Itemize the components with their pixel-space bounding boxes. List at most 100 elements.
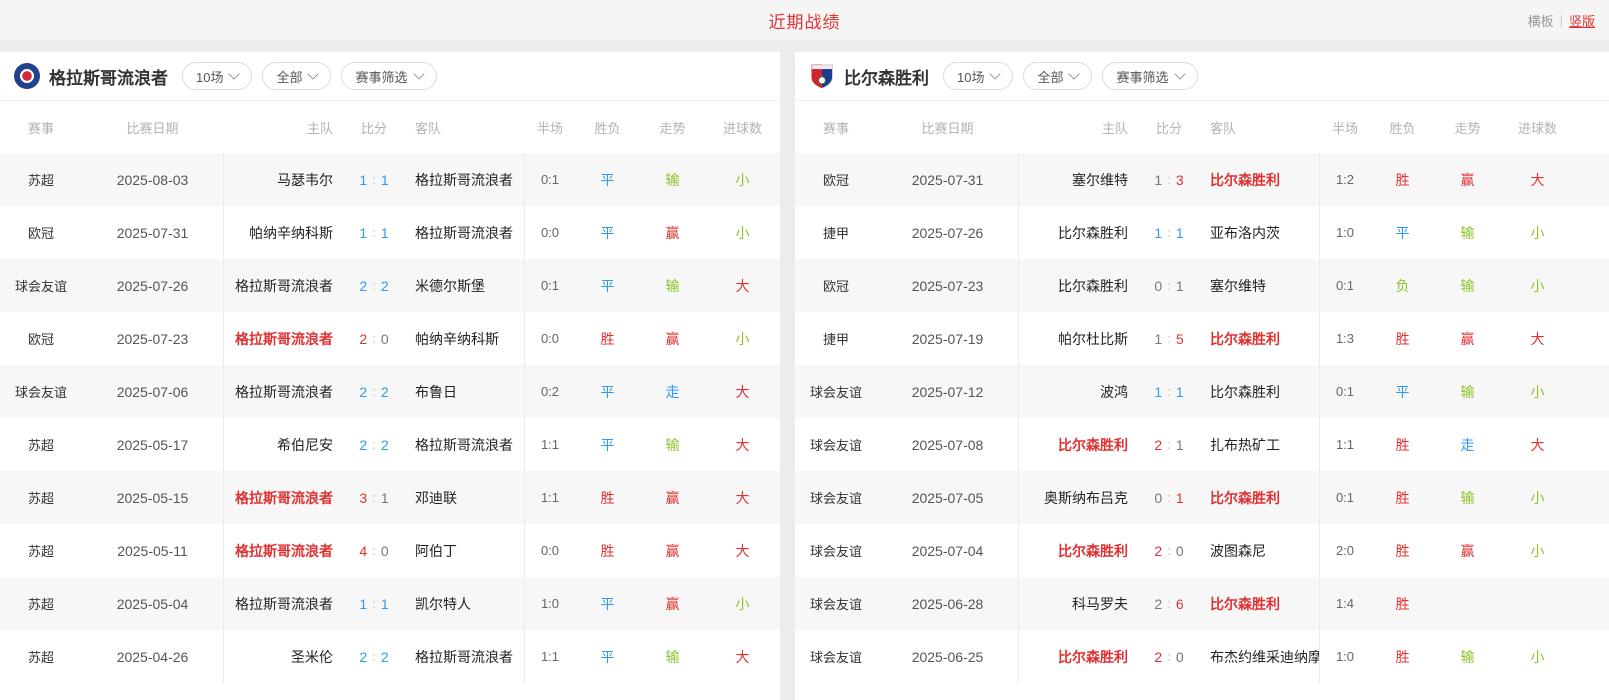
date-cell: 2025-07-05	[877, 471, 1018, 524]
col-match-group: 主队 比分 客队	[223, 101, 525, 153]
match-row[interactable]: 欧冠 2025-07-31 塞尔维特 1:3 比尔森胜利 1:2 胜 赢 大	[795, 153, 1609, 206]
scope-dropdown[interactable]: 全部	[1023, 62, 1092, 90]
result-cell: 胜	[575, 524, 640, 577]
col-away: 客队	[405, 118, 525, 137]
col-score: 比分	[1138, 118, 1200, 137]
competition-cell: 欧冠	[0, 206, 82, 259]
score: 2:0	[1138, 543, 1200, 559]
col-away: 客队	[1200, 118, 1320, 137]
score: 1:3	[1138, 172, 1200, 188]
match-row[interactable]: 苏超 2025-05-11 格拉斯哥流浪者 4:0 阿伯丁 0:0 胜 赢 大	[0, 524, 780, 577]
match-row[interactable]: 球会友谊 2025-07-05 奥斯纳布吕克 0:1 比尔森胜利 0:1 胜 输…	[795, 471, 1609, 524]
col-trend: 走势	[640, 101, 705, 153]
chevron-down-icon	[1174, 68, 1185, 79]
match-row[interactable]: 欧冠 2025-07-23 比尔森胜利 0:1 塞尔维特 0:1 负 输 小	[795, 259, 1609, 312]
horizontal-layout-link[interactable]: 横板	[1528, 11, 1554, 30]
match-row[interactable]: 球会友谊 2025-07-06 格拉斯哥流浪者 2:2 布鲁日 0:2 平 走 …	[0, 365, 780, 418]
match-cell: 波鸿 1:1 比尔森胜利	[1018, 365, 1320, 418]
halftime-cell: 1:0	[525, 577, 575, 630]
match-row[interactable]: 欧冠 2025-07-31 帕纳辛纳科斯 1:1 格拉斯哥流浪者 0:0 平 赢…	[0, 206, 780, 259]
match-row[interactable]: 欧冠 2025-07-23 格拉斯哥流浪者 2:0 帕纳辛纳科斯 0:0 胜 赢…	[0, 312, 780, 365]
away-team: 比尔森胜利	[1200, 594, 1319, 614]
match-count-dropdown[interactable]: 10场	[182, 62, 252, 90]
match-count-dropdown[interactable]: 10场	[943, 62, 1013, 90]
result-cell: 平	[575, 418, 640, 471]
result-cell: 胜	[1370, 524, 1435, 577]
trend-cell: 输	[1435, 630, 1500, 683]
home-team: 格拉斯哥流浪者	[224, 276, 343, 296]
halftime-cell: 0:1	[525, 259, 575, 312]
match-row[interactable]: 苏超 2025-05-15 格拉斯哥流浪者 3:1 邓迪联 1:1 胜 赢 大	[0, 471, 780, 524]
halftime-cell: 1:2	[1320, 153, 1370, 206]
halftime-cell: 0:2	[525, 365, 575, 418]
trend-cell: 走	[640, 365, 705, 418]
home-team: 格拉斯哥流浪者	[224, 329, 343, 349]
chevron-down-icon	[1069, 68, 1080, 79]
halftime-cell: 0:0	[525, 206, 575, 259]
match-cell: 格拉斯哥流浪者 3:1 邓迪联	[223, 471, 525, 524]
match-row[interactable]: 球会友谊 2025-06-25 比尔森胜利 2:0 布杰约维采迪纳摩 1:0 胜…	[795, 630, 1609, 683]
away-team: 布杰约维采迪纳摩	[1200, 647, 1319, 667]
goals-cell: 大	[1500, 312, 1575, 365]
col-result: 胜负	[575, 101, 640, 153]
competition-filter-dropdown[interactable]: 赛事筛选	[341, 62, 436, 90]
vertical-layout-link[interactable]: 竖版	[1569, 11, 1595, 30]
goals-cell: 大	[705, 471, 780, 524]
goals-cell: 小	[1500, 630, 1575, 683]
halftime-cell: 1:1	[525, 471, 575, 524]
match-count-value: 10场	[957, 67, 984, 86]
goals-cell: 小	[705, 206, 780, 259]
result-cell: 胜	[575, 471, 640, 524]
scope-dropdown[interactable]: 全部	[262, 62, 331, 90]
halftime-cell: 1:1	[1320, 418, 1370, 471]
result-cell: 平	[575, 577, 640, 630]
result-cell: 平	[575, 365, 640, 418]
scope-value: 全部	[276, 67, 302, 86]
score: 2:0	[1138, 649, 1200, 665]
trend-cell: 赢	[1435, 153, 1500, 206]
match-row[interactable]: 苏超 2025-08-03 马瑟韦尔 1:1 格拉斯哥流浪者 0:1 平 输 小	[0, 153, 780, 206]
match-count-value: 10场	[196, 67, 223, 86]
table-header: 赛事 比赛日期 主队 比分 客队 半场 胜负 走势 进球数	[795, 101, 1609, 153]
date-cell: 2025-07-31	[82, 206, 223, 259]
team-panel-plzen: 比尔森胜利 10场 全部 赛事筛选 赛事 比赛日期 主队 比分 客队 半场 胜负…	[795, 52, 1609, 700]
competition-filter-value: 赛事筛选	[1116, 67, 1168, 86]
competition-cell: 苏超	[0, 153, 82, 206]
result-cell: 平	[575, 630, 640, 683]
match-row[interactable]: 捷甲 2025-07-26 比尔森胜利 1:1 亚布洛内茨 1:0 平 输 小	[795, 206, 1609, 259]
competition-cell: 苏超	[0, 418, 82, 471]
match-row[interactable]: 球会友谊 2025-07-26 格拉斯哥流浪者 2:2 米德尔斯堡 0:1 平 …	[0, 259, 780, 312]
result-cell: 胜	[1370, 153, 1435, 206]
match-row[interactable]: 球会友谊 2025-07-08 比尔森胜利 2:1 扎布热矿工 1:1 胜 走 …	[795, 418, 1609, 471]
match-row[interactable]: 苏超 2025-04-26 圣米伦 2:2 格拉斯哥流浪者 1:1 平 输 大	[0, 630, 780, 683]
match-row[interactable]: 苏超 2025-05-04 格拉斯哥流浪者 1:1 凯尔特人 1:0 平 赢 小	[0, 577, 780, 630]
away-team: 比尔森胜利	[1200, 382, 1319, 402]
away-team: 邓迪联	[405, 488, 524, 508]
match-cell: 塞尔维特 1:3 比尔森胜利	[1018, 153, 1320, 206]
competition-cell: 苏超	[0, 471, 82, 524]
trend-cell: 赢	[640, 312, 705, 365]
match-row[interactable]: 苏超 2025-05-17 希伯尼安 2:2 格拉斯哥流浪者 1:1 平 输 大	[0, 418, 780, 471]
match-row[interactable]: 捷甲 2025-07-19 帕尔杜比斯 1:5 比尔森胜利 1:3 胜 赢 大	[795, 312, 1609, 365]
match-cell: 比尔森胜利 2:0 波图森尼	[1018, 524, 1320, 577]
rangers-team-logo-icon	[14, 63, 40, 89]
competition-cell: 球会友谊	[795, 471, 877, 524]
col-trend: 走势	[1435, 101, 1500, 153]
away-team: 凯尔特人	[405, 594, 524, 614]
trend-cell: 赢	[640, 206, 705, 259]
chevron-down-icon	[413, 68, 424, 79]
match-row[interactable]: 球会友谊 2025-06-28 科马罗夫 2:6 比尔森胜利 1:4 胜	[795, 577, 1609, 630]
result-cell: 胜	[1370, 312, 1435, 365]
score: 3:1	[343, 490, 405, 506]
match-cell: 格拉斯哥流浪者 2:0 帕纳辛纳科斯	[223, 312, 525, 365]
competition-cell: 苏超	[0, 577, 82, 630]
home-team: 比尔森胜利	[1019, 647, 1138, 667]
date-cell: 2025-07-23	[877, 259, 1018, 312]
result-cell: 平	[575, 259, 640, 312]
competition-filter-dropdown[interactable]: 赛事筛选	[1102, 62, 1197, 90]
col-goals: 进球数	[705, 101, 780, 153]
away-team: 帕纳辛纳科斯	[405, 329, 524, 349]
trend-cell: 赢	[640, 524, 705, 577]
match-row[interactable]: 球会友谊 2025-07-12 波鸿 1:1 比尔森胜利 0:1 平 输 小	[795, 365, 1609, 418]
match-row[interactable]: 球会友谊 2025-07-04 比尔森胜利 2:0 波图森尼 2:0 胜 赢 小	[795, 524, 1609, 577]
